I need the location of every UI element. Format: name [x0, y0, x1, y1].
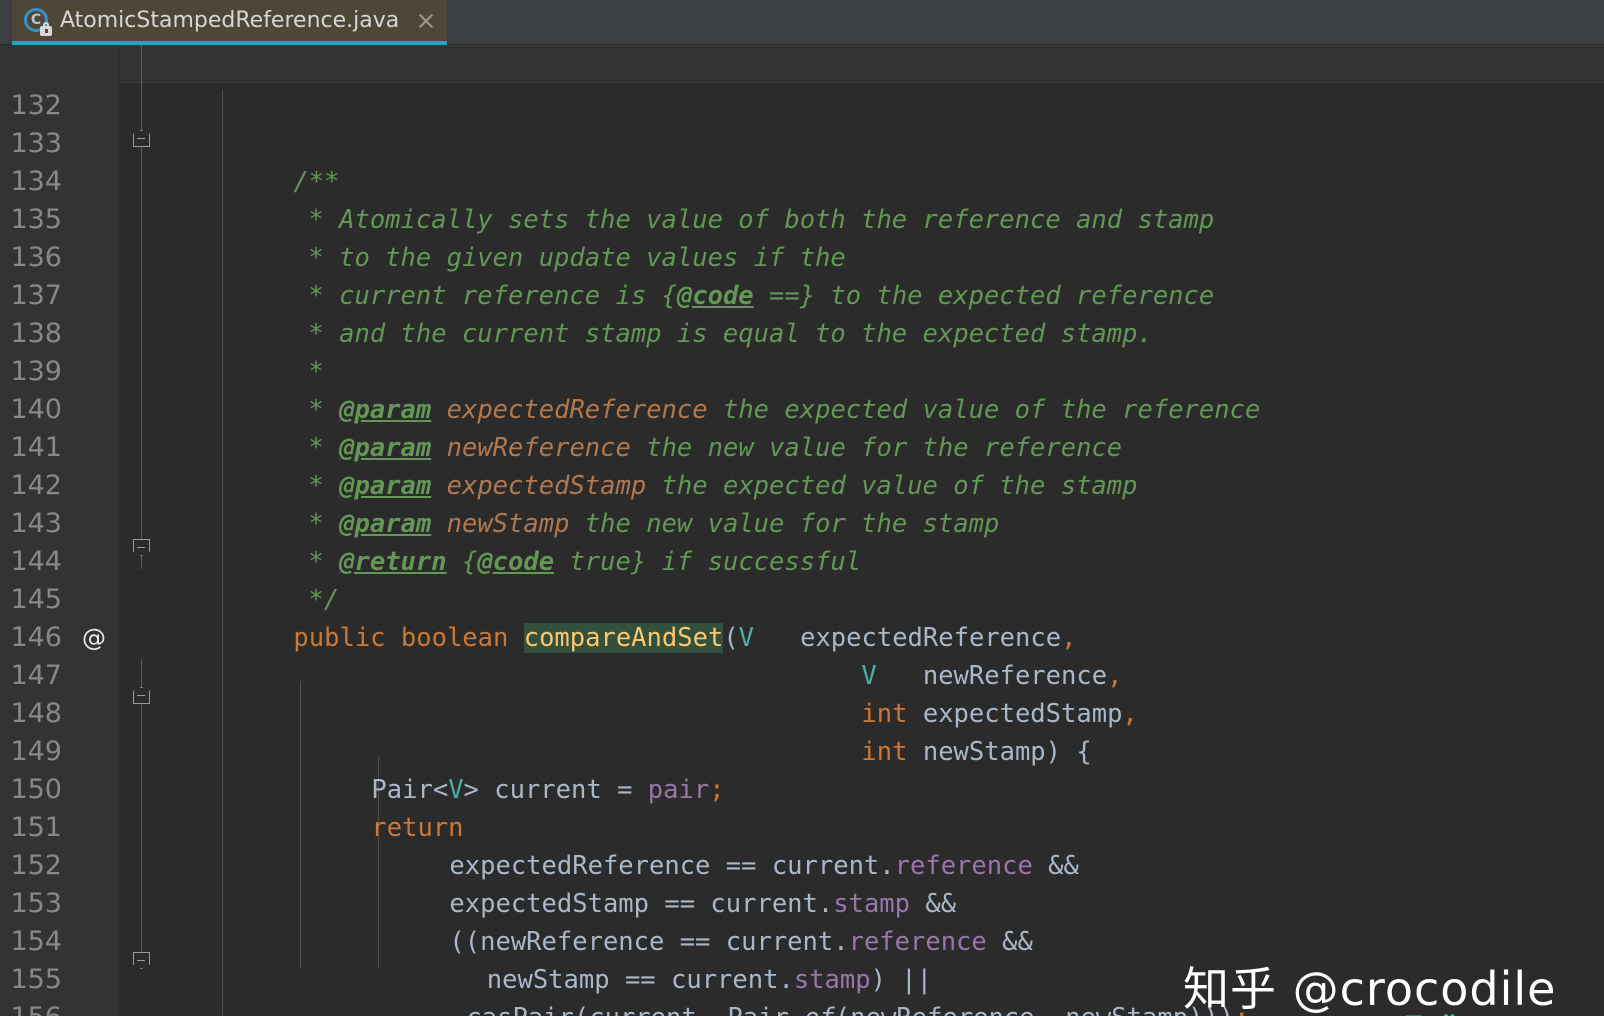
code-line-156[interactable]: } — [232, 999, 309, 1016]
code-token: , — [1122, 699, 1137, 729]
line-number: 142 — [0, 467, 62, 505]
line-number: 153 — [0, 885, 62, 923]
fold-marker-line-133[interactable] — [133, 130, 150, 147]
line-number: 152 — [0, 847, 62, 885]
method-name-token: compareAndSet — [524, 623, 724, 653]
line-number: 135 — [0, 201, 62, 239]
line-number: 136 — [0, 239, 62, 277]
override-marker-icon[interactable]: @ — [80, 619, 108, 657]
javadoc-return-tag: @return — [339, 547, 446, 577]
code-token: (newReference — [835, 1003, 1035, 1016]
code-line-154[interactable]: newStamp == current.stamp) || — [410, 923, 932, 961]
field-token: pair — [648, 775, 709, 805]
code-line-152[interactable]: expectedStamp == current.stamp && — [388, 847, 956, 885]
code-line-150[interactable]: return — [310, 771, 464, 809]
javadoc-code-tag: @code — [477, 547, 554, 577]
java-class-locked-icon: C — [24, 8, 50, 34]
watermark-sub: 聚集网 — [1399, 1005, 1495, 1016]
code-token: ( — [723, 623, 738, 653]
line-number: 151 — [0, 809, 62, 847]
code-line-146[interactable]: V newReference, — [800, 619, 1122, 657]
code-line-143[interactable]: * @return {@code true} if successful — [247, 505, 861, 543]
caret-line-highlight — [120, 45, 1604, 83]
indent-guide — [300, 681, 301, 969]
fold-marker-line-144[interactable] — [133, 539, 150, 556]
code-token: && — [987, 927, 1033, 957]
code-line-142[interactable]: * @param newStamp the new value for the … — [247, 467, 999, 505]
code-token: { — [447, 547, 478, 577]
line-number: 144 — [0, 543, 62, 581]
code-line-155[interactable]: casPair(current, Pair.of(newReference, n… — [405, 961, 1249, 999]
fold-marker-line-156[interactable] — [133, 952, 150, 969]
close-icon[interactable] — [415, 10, 437, 32]
line-number: 137 — [0, 277, 62, 315]
lock-icon — [40, 26, 52, 36]
code-token: > current = — [464, 775, 648, 805]
line-number: 147 — [0, 657, 62, 695]
line-number: 140 — [0, 391, 62, 429]
code-token: && — [1033, 851, 1079, 881]
code-line-136[interactable]: * current reference is {@code ==} to the… — [247, 239, 1214, 277]
fold-region-line-javadoc — [141, 45, 142, 569]
keyword-token: public boolean — [293, 623, 523, 653]
code-line-145[interactable]: public boolean compareAndSet(V expectedR… — [232, 581, 1076, 619]
code-line-135[interactable]: * to the given update values if the — [247, 201, 846, 239]
code-line-151[interactable]: expectedReference == current.reference &… — [388, 809, 1079, 847]
code-line-140[interactable]: * @param newReference the new value for … — [247, 391, 1122, 429]
gutter-divider — [119, 45, 120, 1016]
fold-marker-line-148[interactable] — [133, 687, 150, 704]
code-token: ; — [709, 775, 724, 805]
fold-region-line-method — [141, 659, 142, 969]
code-token: , — [697, 1003, 712, 1016]
code-token: , — [1035, 1003, 1050, 1016]
code-token: true} if successful — [554, 547, 861, 577]
code-line-144[interactable]: */ — [247, 543, 339, 581]
code-line-153[interactable]: ((newReference == current.reference && — [388, 885, 1033, 923]
line-number: 132 — [0, 87, 62, 125]
code-token: newStamp) { — [907, 737, 1091, 767]
line-number: 150 — [0, 771, 62, 809]
code-line-133[interactable]: /** — [232, 125, 339, 163]
line-number: 149 — [0, 733, 62, 771]
code-line-137[interactable]: * and the current stamp is equal to the … — [247, 277, 1153, 315]
code-token: * and the current stamp is equal to the … — [308, 319, 1152, 349]
code-token: Pair. — [712, 1003, 804, 1016]
code-line-141[interactable]: * @param expectedStamp the expected valu… — [247, 429, 1138, 467]
watermark-main: 知乎 @crocodile — [1183, 953, 1556, 1016]
static-method-token: of — [804, 1003, 835, 1016]
line-number: 155 — [0, 961, 62, 999]
line-number: 146 — [0, 619, 62, 657]
line-number: 156 — [0, 999, 62, 1016]
editor-tab-bar: C AtomicStampedReference.java — [0, 0, 1604, 45]
line-number: 141 — [0, 429, 62, 467]
code-line-147[interactable]: int expectedStamp, — [800, 657, 1138, 695]
line-number: 154 — [0, 923, 62, 961]
line-number: 138 — [0, 315, 62, 353]
code-line-134[interactable]: * Atomically sets the value of both the … — [247, 163, 1214, 201]
indent-guide — [222, 90, 223, 1015]
line-number: 134 — [0, 163, 62, 201]
tab-atomicstampedreference-java[interactable]: C AtomicStampedReference.java — [12, 0, 447, 45]
code-line-148[interactable]: int newStamp) { — [800, 695, 1092, 733]
code-editor[interactable]: 132 133 134 135 136 137 138 139 140 141 … — [0, 45, 1604, 1016]
line-number: 139 — [0, 353, 62, 391]
line-number: 143 — [0, 505, 62, 543]
type-parameter-token: V — [739, 623, 754, 653]
line-number: 133 — [0, 125, 62, 163]
code-line-139[interactable]: * @param expectedReference the expected … — [247, 353, 1260, 391]
code-line-149[interactable]: Pair<V> current = pair; — [310, 733, 725, 771]
code-token: casPair(current — [466, 1003, 696, 1016]
tab-title: AtomicStampedReference.java — [60, 8, 399, 33]
keyword-token: int — [861, 737, 907, 767]
code-line-138[interactable]: * — [247, 315, 324, 353]
line-number: 145 — [0, 581, 62, 619]
line-number: 148 — [0, 695, 62, 733]
